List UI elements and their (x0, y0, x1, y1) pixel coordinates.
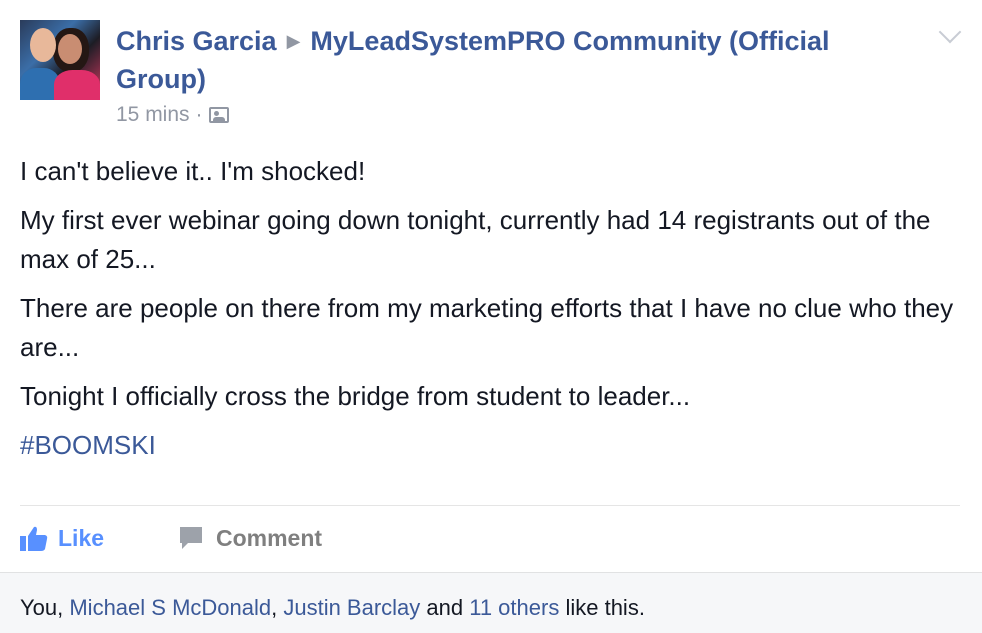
feed-post: Chris Garcia ▶ MyLeadSystemPRO Community (… (0, 0, 982, 633)
comment-label: Comment (216, 524, 323, 551)
hashtag-link[interactable]: #BOOMSKI (20, 430, 156, 460)
post-timestamp[interactable]: 15 mins (116, 103, 190, 126)
post-header: Chris Garcia ▶ MyLeadSystemPRO Community (… (116, 22, 896, 98)
post-paragraph: I can't believe it.. I'm shocked! (20, 156, 366, 186)
author-name[interactable]: Chris Garcia (116, 26, 277, 56)
comment-button[interactable]: Comment (178, 520, 322, 556)
post-body: I can't believe it.. I'm shocked! My fir… (20, 152, 965, 475)
post-paragraph: There are people on there from my market… (20, 293, 954, 362)
thumbs-up-icon (20, 526, 48, 551)
post-paragraph: My first ever webinar going down tonight… (20, 205, 931, 274)
likes-sentence: You, Michael S McDonald, Justin Barclay … (20, 595, 645, 620)
liker-link[interactable]: Justin Barclay (283, 595, 420, 620)
arrow-right-icon: ▶ (286, 31, 301, 51)
others-link[interactable]: 11 others (469, 595, 559, 620)
author-avatar[interactable] (20, 20, 100, 100)
liker-link[interactable]: Michael S McDonald (69, 595, 271, 620)
like-button[interactable]: Like (20, 520, 104, 556)
post-paragraph: Tonight I officially cross the bridge fr… (20, 381, 691, 411)
like-label: Like (58, 524, 105, 551)
divider (20, 505, 960, 506)
likes-summary: You, Michael S McDonald, Justin Barclay … (0, 572, 982, 633)
comment-icon (180, 527, 202, 549)
chevron-down-icon[interactable] (938, 20, 962, 44)
post-meta: 15 mins · (116, 100, 229, 130)
meta-separator: · (195, 103, 203, 126)
group-members-icon[interactable] (208, 107, 229, 123)
